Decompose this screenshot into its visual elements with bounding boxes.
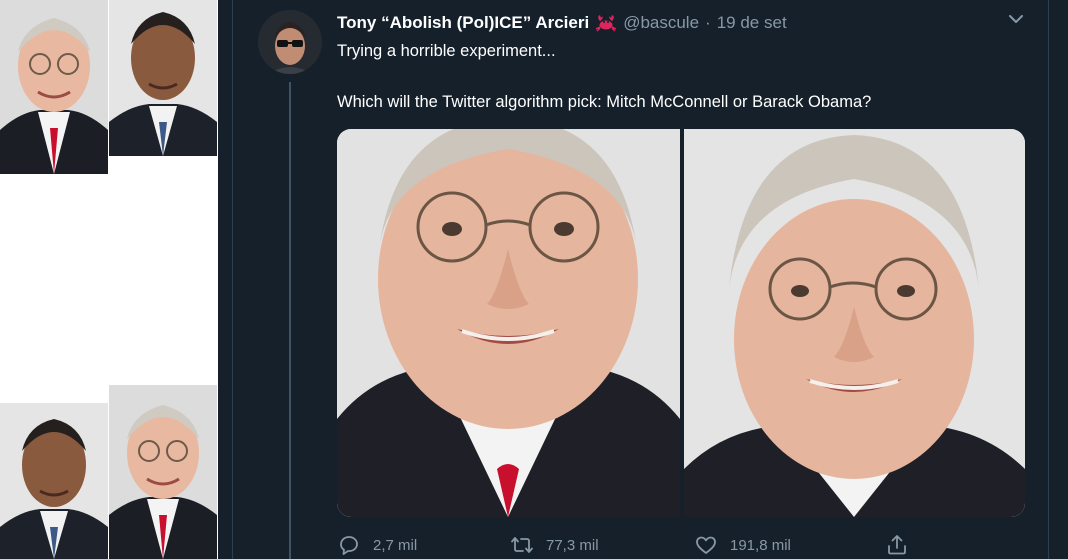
obama-photo-bottom bbox=[0, 403, 108, 559]
tweet-date[interactable]: 19 de set bbox=[717, 13, 787, 33]
media-image-right[interactable] bbox=[684, 129, 1025, 517]
tweet-media[interactable] bbox=[337, 129, 1025, 517]
retweet-icon bbox=[511, 537, 533, 553]
chevron-down-icon[interactable] bbox=[1005, 10, 1027, 28]
author-name[interactable]: Tony “Abolish (Pol)ICE” Arcieri bbox=[337, 13, 589, 33]
retweet-button[interactable]: 77,3 mil bbox=[510, 532, 599, 558]
reply-icon bbox=[340, 536, 358, 555]
reply-button[interactable]: 2,7 mil bbox=[337, 532, 417, 558]
column-divider-left bbox=[232, 0, 233, 559]
column-divider-right bbox=[1048, 0, 1049, 559]
tweet-header: Tony “Abolish (Pol)ICE” Arcieri @bascule… bbox=[337, 11, 787, 35]
crab-icon bbox=[595, 15, 617, 32]
separator-dot: · bbox=[705, 13, 711, 32]
tweet-text-line-2: Which will the Twitter algorithm pick: M… bbox=[337, 93, 872, 111]
author-avatar[interactable] bbox=[258, 10, 322, 74]
retweet-count: 77,3 mil bbox=[546, 536, 599, 554]
reply-count: 2,7 mil bbox=[373, 536, 418, 554]
tweet-text-line-1: Trying a horrible experiment... bbox=[337, 42, 556, 60]
author-handle[interactable]: @bascule bbox=[623, 13, 699, 33]
test-image-panel bbox=[0, 0, 218, 559]
obama-photo-top bbox=[109, 0, 217, 156]
mcconnell-photo-top bbox=[0, 0, 108, 174]
like-count: 191,8 mil bbox=[730, 536, 791, 554]
share-button[interactable] bbox=[885, 532, 921, 558]
media-image-left[interactable] bbox=[337, 129, 680, 517]
thread-connector-line bbox=[289, 82, 291, 559]
share-icon bbox=[888, 535, 906, 555]
heart-icon bbox=[696, 536, 716, 554]
mcconnell-photo-bottom bbox=[109, 385, 217, 559]
like-button[interactable]: 191,8 mil bbox=[694, 532, 791, 558]
